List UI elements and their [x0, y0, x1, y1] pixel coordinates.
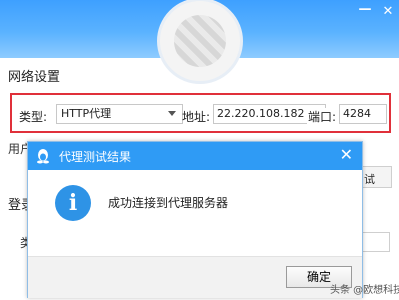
network-settings-title: 网络设置	[8, 70, 61, 85]
test-proxy-button[interactable]: 试	[360, 166, 392, 188]
proxy-type-value: HTTP代理	[61, 107, 112, 120]
login-field[interactable]	[362, 232, 390, 252]
window-header: — ✕	[0, 0, 399, 84]
watermark: 头条 @欧想科技	[330, 285, 399, 296]
dialog-title: 代理测试结果	[59, 150, 132, 164]
dialog-message: 成功连接到代理服务器	[108, 196, 229, 210]
avatar-image	[174, 15, 226, 67]
chevron-down-icon	[168, 111, 176, 116]
avatar[interactable]	[157, 0, 243, 84]
proxy-test-dialog: 代理测试结果 ✕ i 成功连接到代理服务器 确定	[27, 141, 363, 298]
test-proxy-label: 试	[364, 173, 375, 186]
minimize-icon[interactable]: —	[357, 2, 373, 18]
qq-penguin-icon	[37, 149, 49, 164]
proxy-port-value: 4284	[343, 107, 371, 120]
info-icon: i	[55, 185, 91, 221]
proxy-port-field[interactable]: 4284	[339, 104, 387, 124]
dialog-title-bar: 代理测试结果 ✕	[28, 142, 362, 170]
dialog-footer: 确定	[28, 256, 362, 298]
proxy-settings-row: 类型: HTTP代理 地址: 22.220.108.182 端口: 4284	[10, 93, 391, 133]
proxy-address-value: 22.220.108.182	[217, 107, 305, 120]
proxy-type-label: 类型:	[19, 110, 48, 124]
proxy-type-select[interactable]: HTTP代理	[56, 104, 183, 124]
dialog-close-icon[interactable]: ✕	[340, 146, 353, 164]
proxy-port-label: 端口:	[307, 108, 338, 125]
close-icon[interactable]: ✕	[380, 4, 396, 20]
proxy-address-label: 地址:	[182, 110, 211, 124]
